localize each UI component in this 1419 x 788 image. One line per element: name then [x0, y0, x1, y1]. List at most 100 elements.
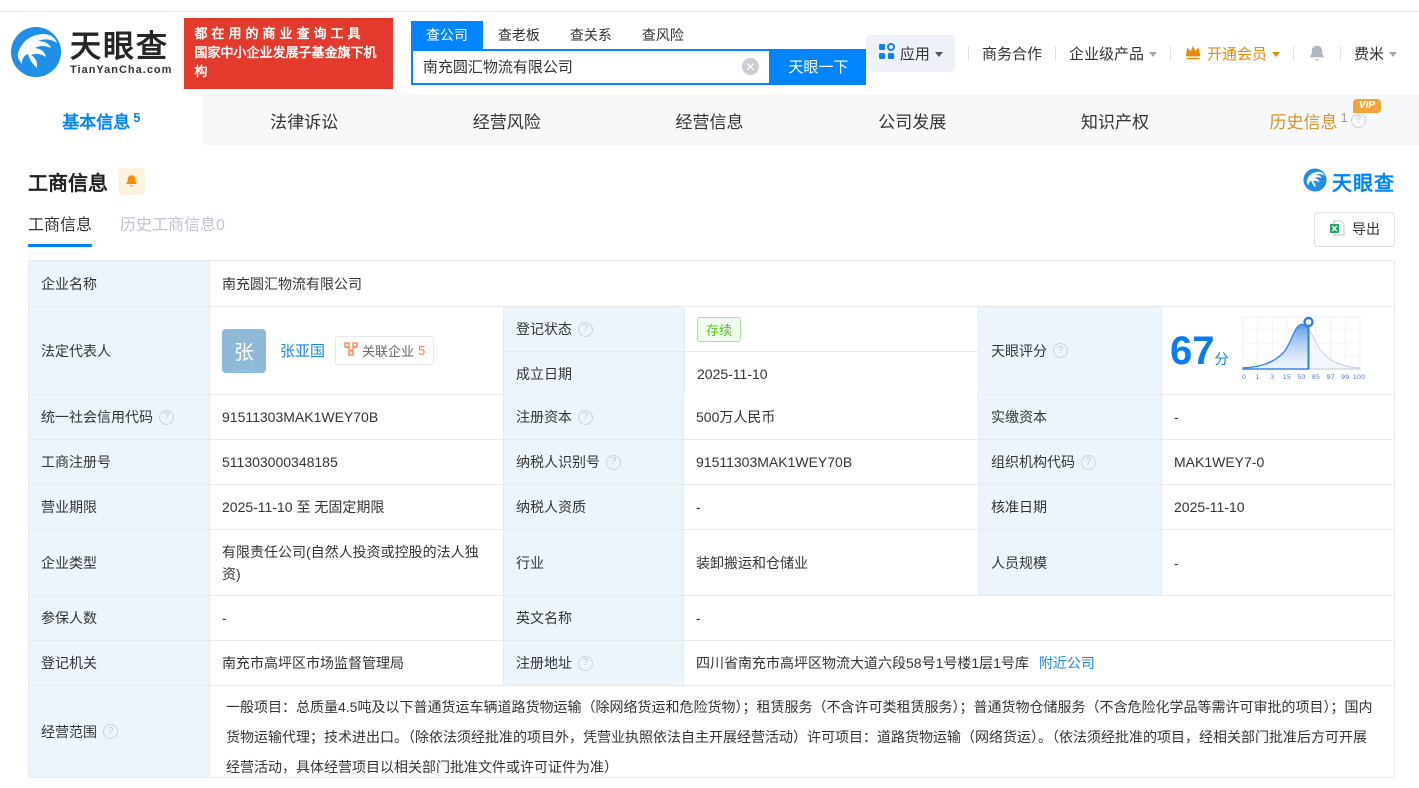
paid-capital-value: - [1161, 395, 1394, 439]
svg-text:85: 85 [1311, 373, 1319, 381]
label-text: 天眼评分 [991, 342, 1047, 359]
help-icon[interactable]: ? [578, 321, 593, 337]
tab-legal-litigation[interactable]: 法律诉讼 [203, 95, 406, 145]
help-icon[interactable]: ? [103, 724, 118, 739]
legal-rep-label: 法定代表人 [29, 307, 209, 394]
registration-authority-label: 登记机关 [29, 641, 209, 685]
search-input[interactable] [412, 58, 742, 75]
established-date-label: 成立日期 [504, 352, 684, 396]
search-tabs: 查公司 查老板 查关系 查风险 [410, 20, 866, 49]
org-code-label: 组织机构代码 ? [978, 440, 1161, 484]
tianyancha-logo-icon [10, 26, 62, 81]
tab-operation-risk[interactable]: 经营风险 [405, 95, 608, 145]
section-title: 工商信息 [28, 172, 108, 195]
svg-text:99: 99 [1341, 373, 1349, 381]
company-name-label: 企业名称 [29, 261, 209, 306]
table-row: 企业名称 南充圆汇物流有限公司 [29, 261, 1394, 306]
slogan-banner: 都在用的商业查询工具 国家中小企业发展子基金旗下机构 [184, 18, 393, 89]
nearby-companies-link[interactable]: 附近公司 [1039, 653, 1095, 673]
tab-label: 历史信息 [1269, 112, 1338, 132]
search-tab-company[interactable]: 查公司 [410, 20, 483, 49]
company-type-value: 有限责任公司(自然人投资或控股的法人独资) [209, 530, 503, 595]
established-date-value: 2025-11-10 [684, 352, 978, 396]
watermark-text: 天眼查 [1332, 172, 1395, 195]
subtab-business-info[interactable]: 工商信息 [28, 211, 93, 247]
tab-company-development[interactable]: 公司发展 [811, 95, 1014, 145]
vip-badge: VIP [1352, 99, 1382, 113]
company-type-label: 企业类型 [29, 530, 209, 595]
reg-status-value: 存续 [684, 307, 978, 351]
clear-search-icon[interactable]: ✕ [741, 58, 759, 75]
staff-size-value: - [1161, 530, 1394, 595]
svg-text:0: 0 [1241, 373, 1245, 381]
tab-intellectual-property[interactable]: 知识产权 [1014, 95, 1217, 145]
registered-address-cell: 四川省南充市高坪区物流大道六段58号1号楼1层1号库 附近公司 [683, 641, 1394, 685]
label-text: 登记状态 [516, 321, 572, 337]
table-row: 经营范围 ? 一般项目：总质量4.5吨及以下普通货运车辆道路货物运输（除网络货运… [29, 685, 1394, 777]
registration-authority-value: 南充市高坪区市场监督管理局 [209, 641, 503, 685]
insured-count-value: - [209, 596, 503, 640]
help-icon[interactable]: ? [1081, 454, 1096, 470]
notification-bell-icon[interactable] [1307, 44, 1327, 64]
tab-basic-info[interactable]: 基本信息 5 [0, 95, 203, 145]
slogan-line2: 国家中小企业发展子基金旗下机构 [194, 45, 377, 79]
nav-enterprise-label: 企业级产品 [1068, 46, 1144, 63]
paid-capital-label: 实缴资本 [978, 395, 1161, 439]
legal-rep-name-link[interactable]: 张亚国 [280, 340, 325, 361]
monitor-bell-icon[interactable] [118, 167, 145, 195]
svg-text:97: 97 [1326, 373, 1334, 381]
tianyan-score-cell: 67分 0 1 3 15 50 85 97 99 100 [1161, 307, 1394, 394]
search-button[interactable]: 天眼一下 [770, 48, 866, 85]
score-value: 67 [1170, 328, 1215, 373]
help-icon[interactable]: ? [1053, 343, 1068, 358]
label-text: 组织机构代码 [991, 454, 1075, 470]
chevron-down-icon [1271, 52, 1280, 57]
reg-number-value: 511303000348185 [209, 440, 503, 484]
watermark-logo-icon [1303, 167, 1327, 195]
nav-apps[interactable]: 应用 [865, 35, 955, 72]
svg-text:3: 3 [1270, 373, 1274, 381]
credit-code-value: 91511303MAK1WEY70B [209, 395, 503, 439]
business-info-table: 企业名称 南充圆汇物流有限公司 法定代表人 张 张亚国 关联企业 5 登记状态 … [28, 260, 1395, 778]
nav-apps-label: 应用 [899, 46, 930, 63]
subtab-history-business-info[interactable]: 历史工商信息0 [120, 211, 225, 247]
tianyancha-watermark: 天眼查 [1303, 167, 1395, 196]
svg-text:50: 50 [1297, 373, 1305, 381]
search-tab-risk[interactable]: 查风险 [627, 21, 699, 49]
search-tab-relation[interactable]: 查关系 [555, 21, 627, 49]
chevron-down-icon [1148, 52, 1157, 57]
crown-icon [1184, 44, 1202, 64]
export-button[interactable]: 导出 [1314, 211, 1395, 247]
tianyancha-logo[interactable]: 天眼查 TianYanCha.com [10, 26, 172, 81]
nav-username: 费米 [1353, 46, 1384, 63]
help-icon[interactable]: ? [159, 409, 174, 425]
related-companies-badge[interactable]: 关联企业 5 [335, 336, 435, 365]
slogan-line1: 都在用的商业查询工具 [194, 26, 365, 42]
business-term-value: 2025-11-10 至 无固定期限 [209, 485, 503, 529]
nav-open-membership[interactable]: 开通会员 [1184, 43, 1280, 64]
legal-rep-cell: 张 张亚国 关联企业 5 [209, 307, 503, 394]
label-text: 经营范围 [41, 723, 97, 740]
tab-history-info[interactable]: VIP 历史信息 1 ? [1216, 95, 1419, 145]
help-icon[interactable]: ? [606, 454, 621, 470]
help-icon[interactable]: ? [578, 655, 593, 671]
search-tab-boss[interactable]: 查老板 [483, 21, 555, 49]
svg-text:15: 15 [1282, 373, 1290, 381]
nav-user-account[interactable]: 费米 [1354, 43, 1397, 64]
tab-label: 经营风险 [472, 112, 541, 132]
help-icon[interactable]: ? [1350, 112, 1366, 128]
legal-rep-avatar[interactable]: 张 [222, 328, 266, 373]
registered-address-label: 注册地址 ? [503, 641, 683, 685]
table-row: 工商注册号 511303000348185 纳税人识别号 ? 91511303M… [29, 439, 1394, 484]
nav-cooperation[interactable]: 商务合作 [982, 43, 1042, 64]
nav-divider [1339, 46, 1341, 61]
related-companies-label: 关联企业 [362, 344, 415, 359]
help-icon[interactable]: ? [578, 409, 593, 425]
tab-label: 经营信息 [675, 112, 744, 132]
nav-divider [1054, 46, 1056, 61]
approval-date-label: 核准日期 [978, 485, 1161, 529]
tab-operation-info[interactable]: 经营信息 [608, 95, 811, 145]
taxpayer-quality-label: 纳税人资质 [503, 485, 683, 529]
tab-count: 5 [133, 109, 141, 125]
nav-enterprise[interactable]: 企业级产品 [1069, 43, 1157, 64]
